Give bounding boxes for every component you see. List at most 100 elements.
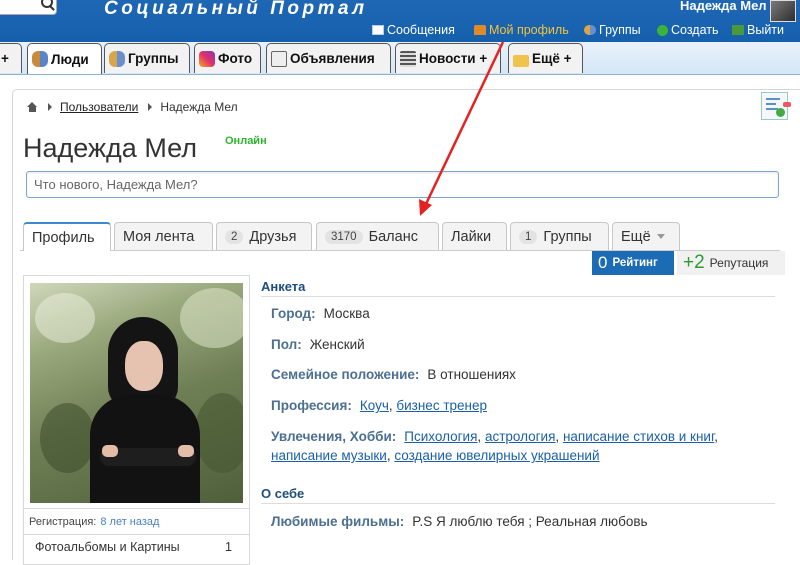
- tab-friends[interactable]: 2 Друзья: [216, 222, 312, 250]
- nav-item-label: Фото: [218, 51, 253, 66]
- breadcrumb: Пользователи Надежда Мел: [27, 99, 238, 115]
- hobby-link[interactable]: создание ювелирных украшений: [394, 448, 599, 463]
- header-link-label: Мой профиль: [489, 23, 569, 37]
- field-label: Любимые фильмы:: [271, 514, 405, 529]
- online-status-badge: Онлайн: [225, 135, 267, 147]
- nav-item-label: Новости +: [419, 51, 488, 66]
- field-gender: Пол: Женский: [271, 335, 365, 354]
- page-title: Надежда Мел: [23, 133, 197, 163]
- field-hobbies: Увлечения, Хобби: Психология, астрология,…: [271, 429, 719, 463]
- field-value: P.S Я люблю тебя ; Реальная любовь: [412, 514, 648, 529]
- registration-info: Регистрация: 8 лет назад: [23, 508, 250, 534]
- reputation-badge[interactable]: +2 Репутация: [677, 251, 785, 275]
- tab-more[interactable]: Ещё: [612, 222, 680, 250]
- hobby-link[interactable]: астрология: [485, 429, 555, 444]
- folder-icon: [513, 54, 529, 67]
- profile-photo[interactable]: [30, 283, 243, 503]
- hobby-link[interactable]: написание стихов и книг: [563, 429, 714, 444]
- nav-item-label: Группы: [128, 51, 179, 66]
- header-link-label: Группы: [599, 23, 641, 37]
- news-icon: [400, 50, 416, 67]
- search-input[interactable]: [0, 0, 57, 15]
- tab-balance[interactable]: 3170 Баланс: [316, 222, 439, 250]
- breadcrumb-link-users[interactable]: Пользователи: [60, 100, 138, 114]
- albums-count: 1: [225, 540, 232, 554]
- nav-item-plus[interactable]: +: [0, 43, 22, 73]
- field-family-status: Семейное положение: В отношениях: [271, 365, 516, 384]
- reputation-label: Репутация: [709, 256, 769, 270]
- header-link-my-profile[interactable]: Мой профиль: [474, 22, 569, 38]
- plus-icon: [657, 24, 668, 36]
- nav-item-groups[interactable]: Группы: [104, 43, 190, 73]
- header-link-exit[interactable]: Выйти: [732, 22, 784, 38]
- field-value: Женский: [309, 337, 365, 352]
- avatar[interactable]: [770, 0, 796, 22]
- search-icon[interactable]: [41, 0, 53, 8]
- field-label: Увлечения, Хобби:: [271, 429, 397, 444]
- header-link-label: Выйти: [747, 23, 785, 37]
- tab-label: Баланс: [368, 228, 418, 245]
- exit-icon: [732, 25, 744, 35]
- header-link-create[interactable]: Создать: [657, 22, 719, 38]
- tab-count-badge: 1: [519, 229, 538, 244]
- people-icon: [32, 51, 48, 67]
- field-value: Москва: [323, 306, 370, 321]
- current-user-name[interactable]: Надежда Мел: [680, 0, 767, 13]
- tab-profile[interactable]: Профиль: [23, 222, 111, 251]
- nav-item-news[interactable]: Новости +: [395, 43, 501, 73]
- nav-item-people[interactable]: Люди: [27, 43, 102, 74]
- tab-label: Моя лента: [123, 228, 195, 245]
- envelope-icon: [372, 25, 384, 35]
- top-header: Социальный Портал Надежда Мел Сообщения …: [0, 0, 800, 42]
- profession-link[interactable]: бизнес тренер: [396, 398, 487, 413]
- nav-item-more[interactable]: Ещё +: [508, 43, 583, 73]
- section-divider: [261, 296, 775, 297]
- albums-label: Фотоальбомы и Картины: [35, 540, 180, 554]
- groups-icon: [109, 50, 125, 67]
- nav-item-label: Люди: [51, 51, 89, 67]
- tab-label: Ещё: [621, 228, 651, 245]
- reputation-value: +2: [683, 252, 705, 273]
- header-link-label: Сообщения: [387, 23, 455, 37]
- edit-profile-icon[interactable]: [761, 92, 791, 120]
- nav-item-label: Ещё +: [532, 51, 572, 66]
- chevron-right-icon: [48, 103, 52, 111]
- field-value: В отношениях: [427, 367, 516, 382]
- home-icon[interactable]: [27, 102, 38, 112]
- rating-badge[interactable]: 0 Рейтинг: [592, 251, 674, 275]
- rating-value: 0: [598, 253, 608, 272]
- nav-item-ads[interactable]: Объявления: [266, 43, 391, 73]
- field-label: Город:: [271, 306, 316, 321]
- main-nav: + Люди Группы Фото Объявления Новости + …: [0, 42, 800, 75]
- rating-label: Рейтинг: [612, 257, 658, 269]
- tab-my-feed[interactable]: Моя лента: [114, 222, 213, 250]
- photo-icon: [199, 50, 215, 67]
- header-link-messages[interactable]: Сообщения: [372, 22, 455, 38]
- nav-item-photo[interactable]: Фото: [194, 43, 261, 73]
- portal-title[interactable]: Социальный Портал: [104, 0, 368, 20]
- chevron-down-icon: [656, 234, 665, 239]
- tab-label: Друзья: [249, 228, 297, 245]
- nav-item-label: Объявления: [290, 51, 375, 66]
- header-link-groups[interactable]: Группы: [584, 22, 641, 38]
- status-update-input[interactable]: [26, 171, 779, 198]
- section-title-anketa: Анкета: [261, 279, 306, 294]
- tab-likes[interactable]: Лайки: [442, 222, 507, 250]
- tab-label: Профиль: [32, 229, 95, 246]
- albums-link[interactable]: Фотоальбомы и Картины 1: [23, 534, 250, 559]
- field-city: Город: Москва: [271, 304, 370, 323]
- hobby-link[interactable]: Психология: [404, 429, 477, 444]
- field-label: Семейное положение:: [271, 367, 420, 382]
- profession-link[interactable]: Коуч: [360, 398, 389, 413]
- tab-count-badge: 2: [225, 229, 244, 244]
- hobby-link[interactable]: написание музыки: [271, 448, 387, 463]
- breadcrumb-current: Надежда Мел: [160, 100, 238, 114]
- tab-groups[interactable]: 1 Группы: [510, 222, 609, 250]
- registration-label: Регистрация:: [29, 515, 97, 528]
- nav-item-label: +: [1, 51, 9, 66]
- section-divider: [261, 503, 775, 504]
- chevron-right-icon: [148, 103, 153, 111]
- header-link-label: Создать: [671, 23, 719, 37]
- tab-label: Группы: [543, 228, 592, 245]
- section-title-about: О себе: [261, 486, 305, 501]
